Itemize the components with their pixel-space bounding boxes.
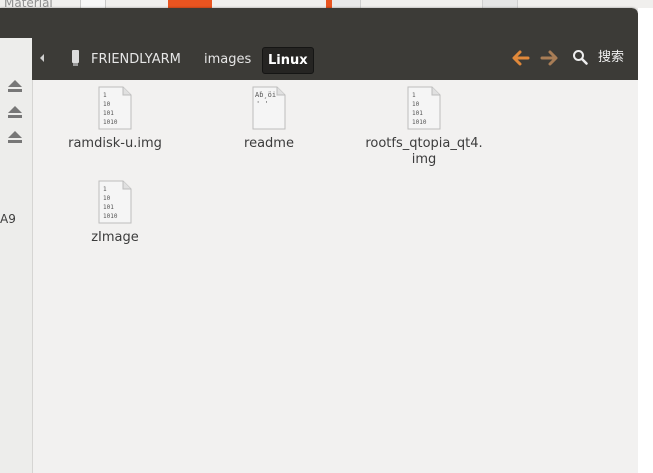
forward-arrow-icon[interactable] xyxy=(540,48,560,68)
svg-text:10: 10 xyxy=(103,101,111,108)
svg-text:1010: 1010 xyxy=(103,213,118,220)
svg-text:1: 1 xyxy=(103,92,107,99)
desktop-background xyxy=(638,8,653,473)
breadcrumb-scroll-left-icon[interactable] xyxy=(40,54,44,62)
drive-icon[interactable] xyxy=(72,50,79,66)
svg-text:1010: 1010 xyxy=(412,119,427,126)
svg-text:101: 101 xyxy=(103,110,114,117)
sidebar-partial-label: A9 xyxy=(0,212,16,226)
file-view[interactable]: 1 10 101 1010 ramdisk-u.img Aḃ¸öi ' ' re… xyxy=(33,80,638,473)
background-accent-block xyxy=(168,0,212,8)
path-toolbar: FRIENDLYARM images Linux 搜索 xyxy=(32,38,638,80)
binary-file-icon: 1 10 101 1010 xyxy=(407,86,441,130)
file-name: readme xyxy=(244,136,294,151)
file-name: rootfs_qtopia_qt4. img xyxy=(365,136,483,167)
eject-icon[interactable] xyxy=(6,131,24,145)
svg-text:1010: 1010 xyxy=(103,119,118,126)
background-control xyxy=(332,0,361,8)
back-arrow-icon[interactable] xyxy=(510,48,530,68)
file-manager-window: A9 FRIENDLYARM images Linux 搜索 1 10 101 … xyxy=(0,8,638,473)
svg-text:1: 1 xyxy=(103,186,107,193)
binary-file-icon: 1 10 101 1010 xyxy=(98,86,132,130)
eject-icon[interactable] xyxy=(6,80,24,94)
file-item[interactable]: 1 10 101 1010 ramdisk-u.img xyxy=(55,86,175,152)
places-sidebar: A9 xyxy=(0,38,33,473)
text-file-icon: Aḃ¸öi ' ' xyxy=(252,86,286,130)
eject-icon[interactable] xyxy=(6,106,24,120)
breadcrumb-friendlyarm[interactable]: FRIENDLYARM xyxy=(91,49,181,71)
file-name: ramdisk-u.img xyxy=(68,136,162,151)
file-item[interactable]: Aḃ¸öi ' ' readme xyxy=(209,86,329,152)
file-item[interactable]: 1 10 101 1010 rootfs_qtopia_qt4. img xyxy=(364,86,484,168)
svg-text:10: 10 xyxy=(412,101,420,108)
binary-file-icon: 1 10 101 1010 xyxy=(98,180,132,224)
svg-text:' ': ' ' xyxy=(256,100,269,108)
breadcrumb-images[interactable]: images xyxy=(204,49,251,71)
search-button-label[interactable]: 搜索 xyxy=(598,49,624,67)
file-item[interactable]: 1 10 101 1010 zImage xyxy=(55,180,175,246)
svg-text:1: 1 xyxy=(412,92,416,99)
svg-text:101: 101 xyxy=(103,204,114,211)
window-titlebar[interactable] xyxy=(0,8,638,38)
search-icon[interactable] xyxy=(572,49,588,65)
file-name: zImage xyxy=(91,230,139,245)
svg-text:Aḃ¸öi: Aḃ¸öi xyxy=(255,91,276,99)
svg-text:10: 10 xyxy=(103,195,111,202)
breadcrumb-linux[interactable]: Linux xyxy=(262,47,314,74)
svg-text:101: 101 xyxy=(412,110,423,117)
